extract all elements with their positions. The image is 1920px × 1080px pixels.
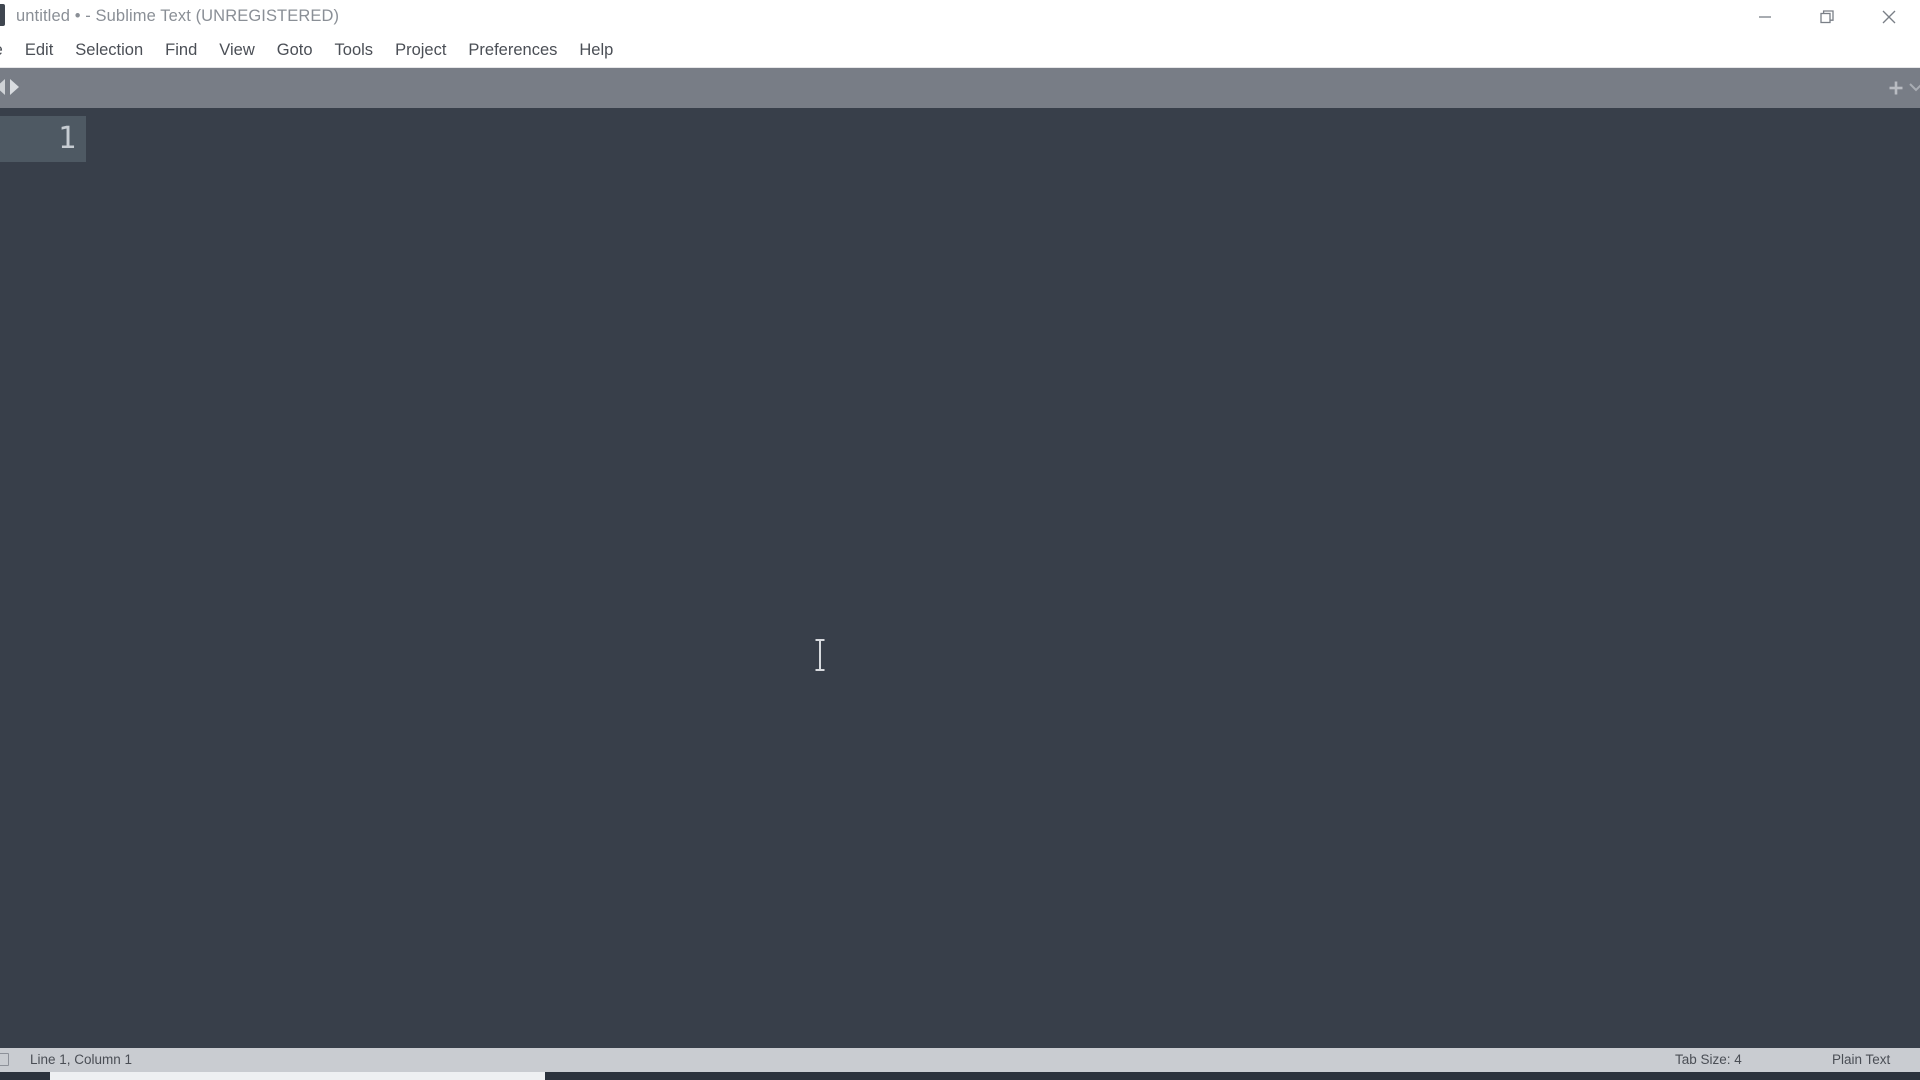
arrow-left-icon[interactable] xyxy=(0,79,5,95)
status-syntax[interactable]: Plain Text xyxy=(1832,1048,1890,1072)
menu-view[interactable]: View xyxy=(208,33,265,67)
ibeam-cursor-icon xyxy=(815,639,825,671)
menu-file[interactable]: le xyxy=(0,33,14,67)
close-button[interactable] xyxy=(1858,0,1920,33)
menu-edit[interactable]: Edit xyxy=(14,33,64,67)
minimize-icon xyxy=(1759,15,1771,18)
menu-goto[interactable]: Goto xyxy=(266,33,324,67)
window-controls xyxy=(1734,0,1920,33)
arrow-right-icon[interactable] xyxy=(10,79,19,95)
close-icon xyxy=(1882,10,1896,23)
horizontal-scrollbar-thumb[interactable] xyxy=(50,1072,545,1080)
title-bar: untitled • - Sublime Text (UNREGISTERED) xyxy=(0,0,1920,33)
tab-bar xyxy=(0,68,1920,108)
sublime-text-window: untitled • - Sublime Text (UNREGISTERED) xyxy=(0,0,1920,1080)
plus-icon[interactable] xyxy=(1887,79,1905,97)
menu-project[interactable]: Project xyxy=(384,33,457,67)
status-bar: Line 1, Column 1 Tab Size: 4 Plain Text xyxy=(0,1048,1920,1072)
menu-find[interactable]: Find xyxy=(154,33,208,67)
menu-bar: le Edit Selection Find View Goto Tools P… xyxy=(0,33,1920,68)
status-tab-size[interactable]: Tab Size: 4 xyxy=(1675,1048,1742,1072)
line-number: 1 xyxy=(57,121,76,156)
status-line-column[interactable]: Line 1, Column 1 xyxy=(30,1048,132,1072)
sidebar-toggle-icon[interactable] xyxy=(0,1053,9,1066)
menu-selection[interactable]: Selection xyxy=(64,33,154,67)
menu-preferences[interactable]: Preferences xyxy=(457,33,568,67)
restore-button[interactable] xyxy=(1796,0,1858,33)
menu-help[interactable]: Help xyxy=(568,33,624,67)
menu-tools[interactable]: Tools xyxy=(324,33,385,67)
window-title: untitled • - Sublime Text (UNREGISTERED) xyxy=(16,7,340,25)
tab-scroll-controls xyxy=(0,79,19,95)
text-caret xyxy=(102,122,104,156)
chevron-down-icon[interactable] xyxy=(1909,81,1920,95)
editor-area[interactable]: 1 xyxy=(0,108,1920,1048)
sublime-text-icon xyxy=(0,4,5,26)
restore-icon xyxy=(1820,9,1834,23)
minimize-button[interactable] xyxy=(1734,0,1796,33)
